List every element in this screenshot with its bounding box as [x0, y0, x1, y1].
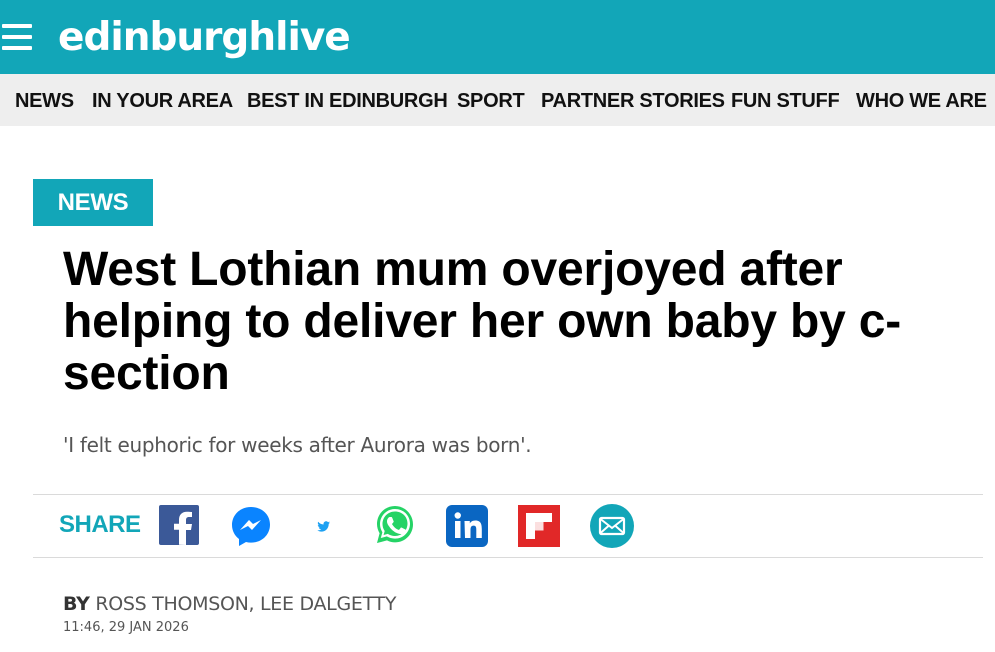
nav-item-in-your-area[interactable]: IN YOUR AREA: [92, 74, 233, 126]
divider-top: [33, 494, 983, 495]
nav-item-sport[interactable]: SPORT: [457, 74, 525, 126]
flipboard-icon: [518, 505, 560, 547]
article-standfirst: 'I felt euphoric for weeks after Aurora …: [63, 433, 532, 457]
messenger-icon: [232, 507, 270, 546]
article-timestamp: 11:46, 29 JAN 2026: [63, 620, 189, 635]
hamburger-menu-icon[interactable]: [2, 24, 32, 50]
site-logo[interactable]: edinburghlive: [58, 10, 351, 66]
messenger-share-button[interactable]: [230, 505, 270, 546]
flipboard-share-button[interactable]: [518, 505, 560, 547]
whatsapp-share-button[interactable]: [373, 505, 413, 545]
nav-item-fun-stuff[interactable]: FUN STUFF: [731, 74, 840, 126]
byline-authors[interactable]: ROSS THOMSON, LEE DALGETTY: [95, 593, 396, 615]
byline: BY ROSS THOMSON, LEE DALGETTY: [63, 593, 396, 615]
main-nav: NEWS IN YOUR AREA BEST IN EDINBURGH SPOR…: [0, 74, 995, 126]
share-label: SHARE: [59, 511, 141, 538]
byline-prefix: BY: [63, 593, 90, 615]
twitter-share-button[interactable]: [304, 505, 344, 545]
facebook-icon: [159, 505, 199, 545]
nav-item-news[interactable]: NEWS: [15, 74, 74, 126]
article-headline: West Lothian mum overjoyed after helping…: [63, 243, 902, 400]
linkedin-share-button[interactable]: [446, 505, 488, 547]
linkedin-icon: [446, 505, 488, 547]
whatsapp-icon: [377, 506, 413, 543]
nav-item-best-in-edinburgh[interactable]: BEST IN EDINBURGH: [247, 74, 448, 126]
twitter-icon: [317, 521, 330, 532]
email-share-button[interactable]: [590, 504, 634, 548]
section-badge[interactable]: NEWS: [33, 179, 153, 226]
nav-item-partner-stories[interactable]: PARTNER STORIES: [541, 74, 725, 126]
nav-item-who-we-are[interactable]: WHO WE ARE: [856, 74, 987, 126]
email-icon: [590, 504, 634, 548]
site-header: edinburghlive: [0, 0, 995, 74]
divider-bottom: [33, 557, 983, 558]
facebook-share-button[interactable]: [159, 505, 199, 545]
